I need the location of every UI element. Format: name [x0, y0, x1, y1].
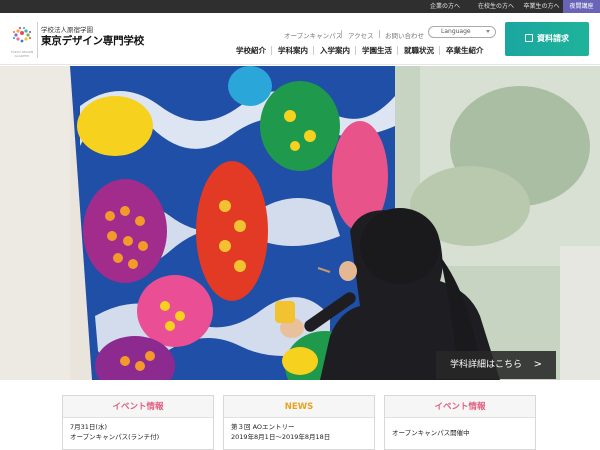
nav-divider — [439, 46, 440, 55]
event-info-box-1[interactable]: イベント情報 7月31日(水) オープンキャンパス(ランチ付) — [62, 395, 214, 450]
news-box[interactable]: NEWS 第３回 AOエントリー 2019年8月1日～2019年8月18日 — [223, 395, 375, 450]
school-name[interactable]: 東京デザイン専門学校 — [41, 33, 144, 48]
hero-image — [0, 66, 600, 380]
event-info-title: イベント情報 — [385, 396, 535, 418]
department-details-label: 学科詳細はこちら — [450, 360, 523, 370]
nav-divider — [355, 46, 356, 55]
event-description: オープンキャンパス(ランチ付) — [70, 433, 160, 441]
hero-banner: 学科詳細はこちら > — [0, 66, 600, 380]
nav-school-intro[interactable]: 学校紹介 — [236, 45, 266, 56]
nav-departments[interactable]: 学科案内 — [278, 45, 308, 56]
utility-bar: 企業の方へ 在校生の方へ 卒業生の方へ 夜間講座 — [0, 0, 600, 13]
util-link-students[interactable]: 在校生の方へ — [472, 0, 520, 13]
nav-admissions[interactable]: 入学案内 — [320, 45, 350, 56]
util-link-companies[interactable]: 企業の方へ — [418, 0, 472, 13]
sub-link-open-campus[interactable]: オープンキャンパス — [284, 30, 342, 40]
chevron-right-icon: > — [533, 359, 542, 370]
nav-campus-life[interactable]: 学園生活 — [362, 45, 392, 56]
event-description: オープンキャンパス開催中 — [392, 429, 470, 437]
logo-english-text: TOKYO DESIGN ACADEMY — [10, 50, 34, 58]
site-header: TOKYO DESIGN ACADEMY 学校法人原宿学園 東京デザイン専門学校… — [0, 13, 600, 65]
nav-alumni[interactable]: 卒業生紹介 — [446, 45, 484, 56]
logo-divider — [37, 22, 38, 58]
language-select[interactable]: Language — [428, 26, 496, 38]
news-period: 2019年8月1日～2019年8月18日 — [231, 433, 331, 441]
nav-employment[interactable]: 就職状況 — [404, 45, 434, 56]
document-icon — [525, 34, 533, 42]
event-info-title: イベント情報 — [63, 396, 213, 418]
news-headline: 第３回 AOエントリー — [231, 423, 295, 431]
nav-divider — [313, 46, 314, 55]
request-materials-button[interactable]: 資料請求 — [505, 22, 589, 56]
language-label: Language — [441, 28, 471, 35]
sub-link-access[interactable]: アクセス — [348, 30, 374, 40]
news-title: NEWS — [224, 396, 374, 418]
util-link-night-course[interactable]: 夜間講座 — [563, 0, 600, 13]
nav-divider — [271, 46, 272, 55]
nav-divider — [397, 46, 398, 55]
event-date: 7月31日(水) — [70, 423, 107, 431]
chevron-down-icon — [486, 30, 490, 33]
department-details-button[interactable]: 学科詳細はこちら > — [436, 351, 556, 379]
util-link-graduates[interactable]: 卒業生の方へ — [520, 0, 563, 13]
sub-link-divider — [341, 30, 342, 38]
sub-link-contact[interactable]: お問い合わせ — [385, 30, 424, 40]
request-materials-label: 資料請求 — [537, 34, 569, 43]
sub-link-divider — [379, 30, 380, 38]
event-info-box-2[interactable]: イベント情報 オープンキャンパス開催中 — [384, 395, 536, 450]
